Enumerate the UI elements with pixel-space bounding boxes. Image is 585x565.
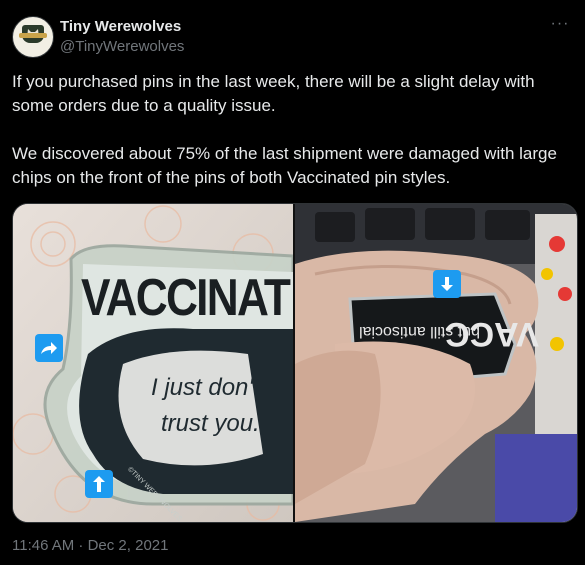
mask-text-line-1: I just don't [151,374,260,401]
tweet-text: If you purchased pins in the last week, … [12,72,557,187]
author-handle[interactable]: @TinyWerewolves [60,38,184,55]
avatar[interactable] [12,16,54,58]
author-name[interactable]: Tiny Werewolves [60,18,181,35]
upload-arrow-icon[interactable] [85,470,113,498]
share-arrow-icon[interactable] [35,334,63,362]
pin-photo-right[interactable]: VACC but still antisocial [295,204,577,522]
logo-ribbon [19,33,47,38]
upload-arrow-icon-right[interactable] [433,270,461,298]
mask-text-line-2: trust you. [161,410,260,437]
pin-headline-left: VACCINAT [81,269,291,327]
tweet-header: Tiny Werewolves @TinyWerewolves ··· [12,14,573,58]
tweet-media: VACCINAT I just don't trust you. ©TINY W… [12,203,578,523]
tweet-timestamp[interactable]: 11:46 AM · Dec 2, 2021 [12,537,168,554]
vaccinated-pin-image [13,204,293,522]
pin-in-hand-image [295,204,577,522]
pin-photo-left[interactable]: VACCINAT I just don't trust you. ©TINY W… [13,204,293,522]
more-options-icon[interactable]: ··· [547,14,573,40]
pin-subtext-right: but still antisocial [359,323,480,340]
